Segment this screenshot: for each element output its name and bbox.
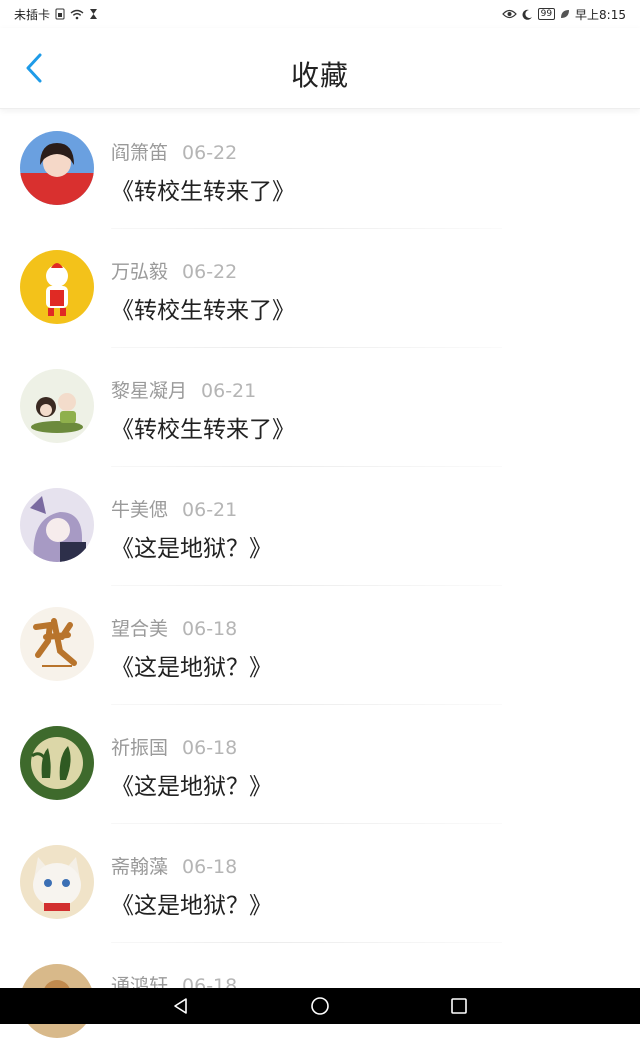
avatar[interactable]	[20, 369, 94, 443]
list-item[interactable]: 阎箫笛 06-22 《转校生转来了》	[0, 110, 640, 229]
avatar[interactable]	[20, 488, 94, 562]
user-name: 斋翰藻	[111, 856, 169, 878]
item-title: 《这是地狱？》	[111, 774, 272, 800]
item-title: 《转校生转来了》	[111, 298, 295, 324]
list-item[interactable]: 斋翰藻 06-18 《这是地狱？》	[0, 824, 640, 943]
item-title: 《转校生转来了》	[111, 417, 295, 443]
eye-icon	[501, 9, 517, 19]
nav-home-button[interactable]	[310, 996, 330, 1016]
item-meta: 万弘毅 06-22	[111, 257, 237, 284]
item-title: 《转校生转来了》	[111, 179, 295, 205]
avatar[interactable]	[20, 131, 94, 205]
carrier-label: 未插卡	[14, 7, 51, 22]
app-header: 收藏	[0, 28, 640, 109]
triangle-back-icon	[174, 998, 187, 1014]
item-meta: 黎星凝月 06-21	[111, 376, 256, 403]
nav-back-button[interactable]	[172, 997, 190, 1015]
item-date: 06-22	[182, 261, 238, 283]
item-meta: 牛美偲 06-21	[111, 495, 237, 522]
status-left: 未插卡	[14, 6, 98, 23]
leaf-icon	[560, 9, 570, 19]
avatar[interactable]	[20, 250, 94, 324]
user-name: 黎星凝月	[111, 380, 188, 402]
wifi-icon	[70, 9, 84, 20]
item-meta: 斋翰藻 06-18	[111, 852, 237, 879]
list-item[interactable]: 牛美偲 06-21 《这是地狱？》	[0, 467, 640, 586]
square-recents-icon	[451, 998, 467, 1014]
list-item[interactable]: 祈振国 06-18 《这是地狱？》	[0, 705, 640, 824]
user-name: 望合美	[111, 618, 169, 640]
item-date: 06-18	[182, 618, 238, 640]
avatar[interactable]	[20, 845, 94, 919]
item-meta: 祈振国 06-18	[111, 733, 237, 760]
moon-icon	[522, 9, 533, 20]
circle-home-icon	[311, 997, 329, 1015]
item-date: 06-18	[182, 737, 238, 759]
item-title: 《这是地狱？》	[111, 655, 272, 681]
item-meta: 阎箫笛 06-22	[111, 138, 237, 165]
sim-icon	[55, 8, 65, 20]
status-right: 99 早上8:15	[501, 6, 626, 23]
system-nav-bar	[0, 988, 640, 1024]
user-name: 万弘毅	[111, 261, 169, 283]
page-title: 收藏	[290, 59, 349, 92]
avatar[interactable]	[20, 726, 94, 800]
nav-recents-button[interactable]	[450, 997, 468, 1015]
item-title: 《这是地狱？》	[111, 536, 272, 562]
item-date: 06-18	[182, 856, 238, 878]
clock-label: 早上8:15	[575, 7, 626, 22]
favorites-list: 阎箫笛 06-22 《转校生转来了》 万弘毅 06-22 《转校生转来了》 黎星…	[0, 110, 640, 1062]
user-name: 阎箫笛	[111, 142, 169, 164]
item-date: 06-21	[201, 380, 257, 402]
hourglass-icon	[89, 8, 98, 20]
status-bar: 未插卡 99 早上8:15	[0, 0, 640, 28]
item-title: 《这是地狱？》	[111, 893, 272, 919]
item-date: 06-22	[182, 142, 238, 164]
list-item[interactable]: 望合美 06-18 《这是地狱？》	[0, 586, 640, 705]
user-name: 牛美偲	[111, 499, 169, 521]
battery-indicator: 99	[537, 8, 556, 20]
avatar[interactable]	[20, 607, 94, 681]
list-item[interactable]: 黎星凝月 06-21 《转校生转来了》	[0, 348, 640, 467]
user-name: 祈振国	[111, 737, 169, 759]
item-date: 06-21	[182, 499, 238, 521]
list-item[interactable]: 万弘毅 06-22 《转校生转来了》	[0, 229, 640, 348]
item-meta: 望合美 06-18	[111, 614, 237, 641]
